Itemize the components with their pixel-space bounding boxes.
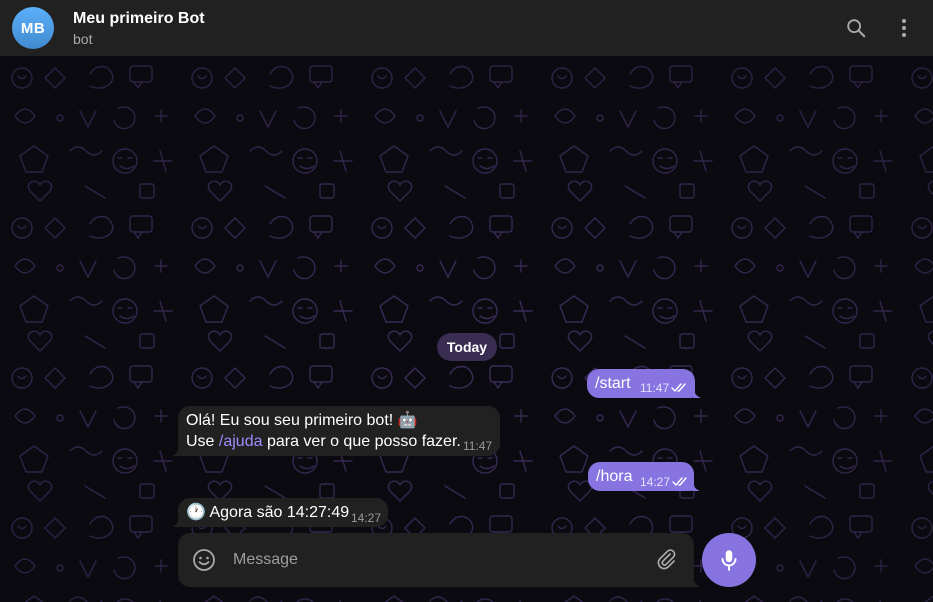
message-text: /hora xyxy=(596,468,633,485)
message-text: para ver o que posso fazer. xyxy=(262,433,461,450)
search-icon[interactable] xyxy=(844,16,868,40)
bubble-tail xyxy=(692,481,700,491)
command-link-ajuda[interactable]: /ajuda xyxy=(219,433,263,450)
message-meta: 11:47 xyxy=(640,381,689,395)
emoji-icon[interactable] xyxy=(192,548,216,572)
chat-subtitle: bot xyxy=(73,31,93,47)
avatar[interactable]: MB xyxy=(12,7,54,49)
message-text: /start xyxy=(595,375,631,392)
message-outgoing[interactable]: /hora 14:27 xyxy=(588,462,700,491)
composer-tail xyxy=(692,575,701,587)
message-text: 🕐 Agora são 14:27:49 xyxy=(186,504,350,521)
bubble-tail xyxy=(693,388,701,398)
telegram-chat-window: MB Meu primeiro Bot bot Today /start 11:… xyxy=(0,0,933,602)
bubble-tail xyxy=(172,517,180,527)
message-time: 11:47 xyxy=(463,439,493,453)
message-time: 14:27 xyxy=(640,475,671,489)
date-separator: Today xyxy=(437,333,497,361)
chat-title-block[interactable]: Meu primeiro Bot bot xyxy=(73,9,205,48)
microphone-icon xyxy=(721,550,737,571)
bubble-tail xyxy=(172,446,180,456)
message-outgoing[interactable]: /start 11:47 xyxy=(587,369,701,398)
message-meta: 14:27 xyxy=(640,475,690,489)
more-vertical-icon[interactable] xyxy=(892,16,916,40)
microphone-button[interactable] xyxy=(702,533,756,587)
message-text-line-2: Use /ajuda para ver o que posso fazer. xyxy=(186,431,461,452)
chat-header: MB Meu primeiro Bot bot xyxy=(0,0,933,56)
attach-icon[interactable] xyxy=(654,548,678,572)
chat-background-pattern xyxy=(0,56,933,602)
message-time: 11:47 xyxy=(640,381,670,395)
chat-area[interactable]: Today /start 11:47 Olá! Eu sou seu prime… xyxy=(0,56,933,602)
message-composer xyxy=(178,533,701,587)
double-check-icon xyxy=(671,383,686,392)
message-text-line-1: Olá! Eu sou seu primeiro bot! 🤖 xyxy=(186,412,418,429)
chat-title: Meu primeiro Bot xyxy=(73,10,205,27)
message-incoming[interactable]: 🕐 Agora são 14:27:49 14:27 xyxy=(172,498,388,527)
message-incoming[interactable]: Olá! Eu sou seu primeiro bot! 🤖 Use /aju… xyxy=(172,406,500,456)
double-check-icon xyxy=(672,477,687,486)
message-text: Use xyxy=(186,433,219,450)
message-input[interactable] xyxy=(230,546,643,574)
message-time: 14:27 xyxy=(351,511,382,525)
